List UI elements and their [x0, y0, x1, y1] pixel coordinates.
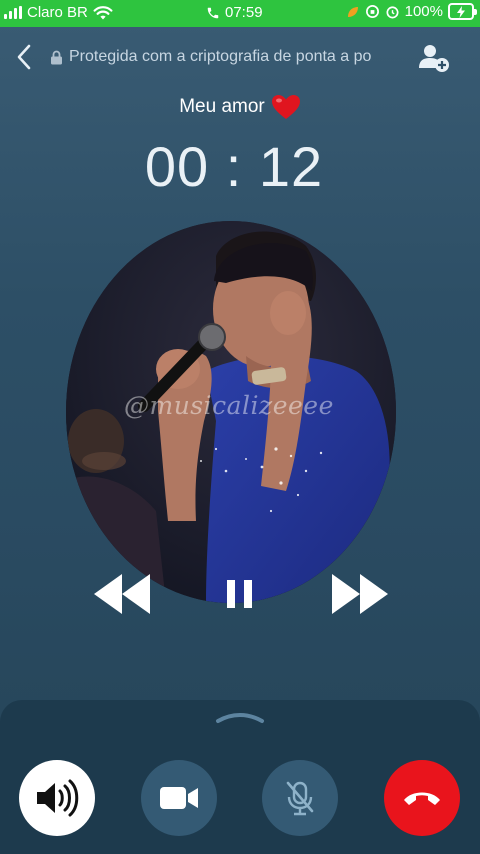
add-user-icon [419, 45, 449, 72]
clock-label: 07:59 [225, 4, 263, 21]
media-controls [0, 566, 480, 622]
status-left: Claro BR [4, 4, 113, 21]
encryption-notice[interactable]: Protegida com a criptografia de ponta a … [50, 48, 420, 66]
phone-icon [207, 7, 219, 18]
fast-forward-button[interactable] [330, 570, 392, 623]
speaker-button[interactable] [19, 760, 95, 836]
rotation-lock-icon [365, 5, 379, 18]
status-bar: Claro BR 07:59 100% [0, 0, 480, 27]
encryption-text: Protegida com a criptografia de ponta a … [69, 48, 372, 65]
pause-icon [227, 580, 252, 608]
mute-button[interactable] [262, 760, 338, 836]
signal-icon [4, 6, 22, 19]
video-camera-icon [160, 787, 198, 809]
status-center: 07:59 [206, 4, 263, 21]
back-button[interactable] [12, 42, 36, 72]
sheet-expand-handle[interactable] [214, 710, 266, 724]
contact-name: Meu amor [0, 94, 480, 120]
carrier-label: Claro BR [27, 4, 88, 21]
call-header: Protegida com a criptografia de ponta a … [0, 36, 480, 80]
call-duration: 00 : 12 [144, 135, 324, 198]
video-watermark: @musicalizeeee [124, 391, 334, 420]
rewind-icon [94, 574, 150, 614]
mic-off-icon [286, 781, 314, 816]
battery-icon [448, 3, 477, 20]
lock-icon [51, 50, 62, 64]
chevron-up-icon [216, 713, 264, 723]
leaf-icon [347, 6, 358, 17]
speaker-icon [37, 779, 79, 817]
add-participant-button[interactable] [418, 42, 452, 74]
heart-emoji-icon [271, 95, 300, 119]
status-right: 100% [346, 3, 477, 20]
call-actions-sheet [0, 700, 480, 854]
call-screen: Claro BR 07:59 100% Protegida com a crip… [0, 0, 480, 854]
contact-name-label: Meu amor [179, 96, 265, 117]
video-feed[interactable]: @musicalizeeee [66, 221, 396, 603]
fast-forward-icon [332, 574, 388, 614]
alarm-icon [386, 6, 399, 19]
chevron-left-icon [17, 44, 31, 70]
video-toggle-button[interactable] [141, 760, 217, 836]
pause-button[interactable] [224, 578, 256, 615]
end-call-icon [404, 792, 440, 805]
rewind-button[interactable] [92, 570, 154, 623]
wifi-icon [93, 5, 113, 19]
battery-percent: 100% [404, 3, 443, 20]
end-call-button[interactable] [384, 760, 460, 836]
